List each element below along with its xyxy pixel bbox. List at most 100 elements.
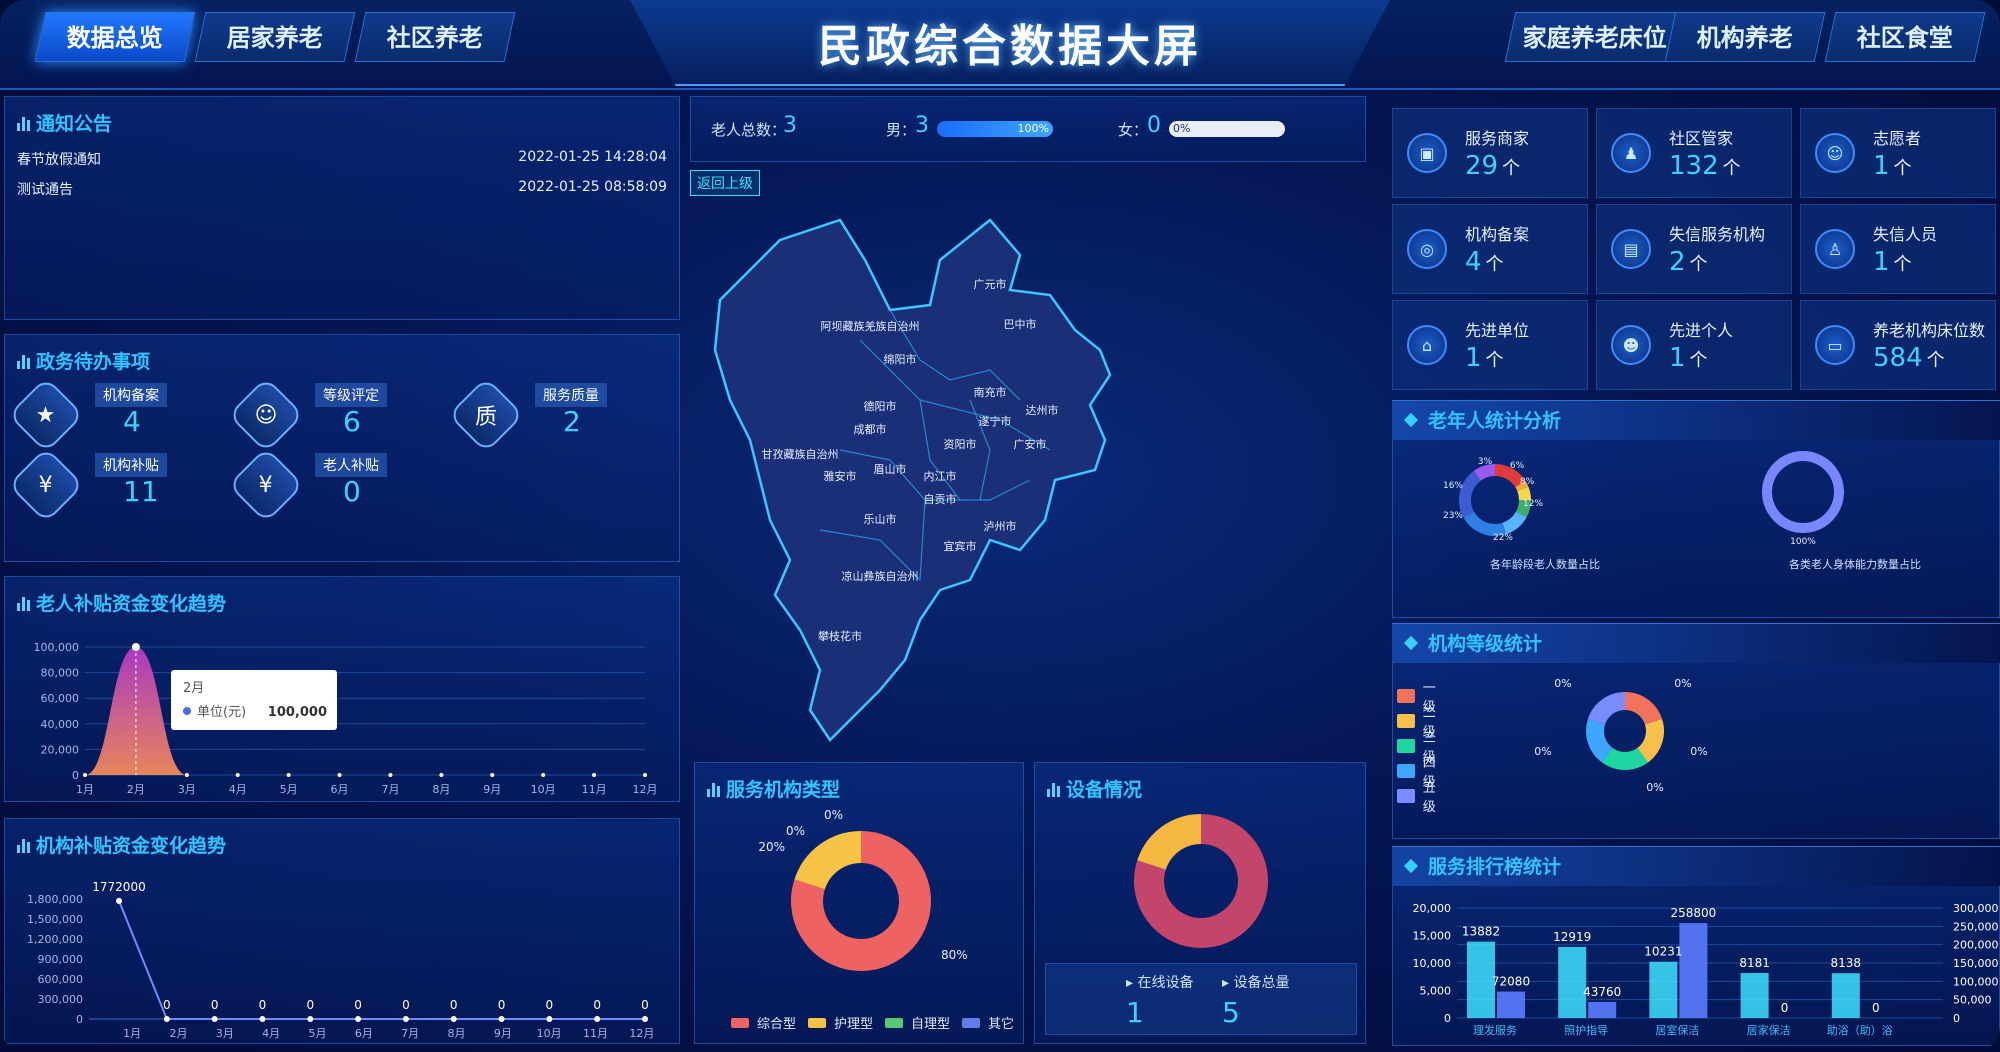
stat-card[interactable]: ♟ 社区管家 132 个	[1596, 108, 1792, 198]
region-label[interactable]: 资阳市	[944, 437, 977, 451]
region-label[interactable]: 阿坝藏族羌族自治州	[821, 319, 920, 333]
bar-series-a[interactable]	[1558, 946, 1587, 1018]
data-point[interactable]	[286, 773, 291, 777]
bar-series-b[interactable]	[1679, 923, 1708, 1018]
region-label[interactable]: 广安市	[1014, 437, 1047, 451]
stat-label: 先进单位	[1465, 321, 1530, 340]
data-point[interactable]	[592, 773, 597, 777]
data-label: 0	[546, 998, 554, 1012]
notice-item[interactable]: 测试通告	[17, 179, 73, 199]
region-label[interactable]: 攀枝花市	[818, 629, 862, 643]
stat-card[interactable]: ▣ 服务商家 29 个	[1392, 108, 1588, 198]
tab-community-canteen[interactable]: 社区食堂	[1824, 12, 1986, 62]
stat-card[interactable]: ▤ 失信服务机构 2 个	[1596, 204, 1792, 294]
slice-label: 100%	[1790, 537, 1816, 547]
region-label[interactable]: 眉山市	[874, 462, 907, 476]
region-label[interactable]: 乐山市	[864, 512, 897, 526]
age-caption: 各年龄段老人数量占比	[1490, 558, 1600, 571]
legend-item[interactable]: 综合型	[731, 1013, 796, 1032]
tab-family-beds[interactable]: 家庭养老床位	[1504, 12, 1686, 62]
icon-glyph: 质	[474, 404, 498, 430]
data-point[interactable]	[116, 897, 122, 904]
stat-card[interactable]: ☻ 先进个人 1 个	[1596, 300, 1792, 390]
region-label[interactable]: 广元市	[974, 277, 1007, 291]
data-point[interactable]	[235, 773, 240, 777]
region-label[interactable]: 宜宾市	[944, 539, 977, 553]
stat-card[interactable]: ♙ 失信人员 1 个	[1800, 204, 1996, 294]
bar-series-a[interactable]	[1740, 973, 1769, 1018]
data-point[interactable]	[337, 773, 342, 777]
data-point[interactable]	[498, 1016, 505, 1022]
y-tick-label: 20,000	[41, 743, 80, 756]
region-label[interactable]: 德阳市	[864, 399, 897, 413]
province-map[interactable]: 阿坝藏族羌族自治州 广元市巴中市绵阳市南充市达州市 德阳市遂宁市广安市 成都市资阳市甘…	[690, 200, 1366, 780]
stat-card[interactable]: ☺ 志愿者 1 个	[1800, 108, 1996, 198]
region-label[interactable]: 凉山彝族自治州	[842, 569, 919, 583]
region-label[interactable]: 达州市	[1026, 403, 1059, 417]
region-label[interactable]: 泸州市	[984, 519, 1017, 533]
bar-series-b[interactable]	[1497, 991, 1525, 1018]
todo-item[interactable]: 质 服务质量 2	[447, 376, 659, 454]
region-label[interactable]: 内江市	[924, 469, 957, 483]
data-point[interactable]	[307, 1016, 314, 1022]
tab-community-care[interactable]: 社区养老	[354, 12, 516, 62]
legend-item[interactable]: 其它	[962, 1013, 1014, 1032]
region-label[interactable]: 自贡市	[924, 492, 957, 506]
stat-card[interactable]: ◎ 机构备案 4 个	[1392, 204, 1588, 294]
bar-series-a[interactable]	[1649, 961, 1678, 1018]
tab-data-overview[interactable]: 数据总览	[34, 12, 196, 62]
region-label[interactable]: 成都市	[854, 422, 887, 436]
todo-item[interactable]: ☺ 等级评定 6	[227, 376, 439, 454]
data-point[interactable]	[402, 1016, 409, 1022]
region-label[interactable]: 绵阳市	[884, 352, 917, 366]
todo-label: 老人补贴	[315, 453, 387, 477]
data-point[interactable]	[490, 773, 495, 777]
stat-card[interactable]: ⌂ 先进单位 1 个	[1392, 300, 1588, 390]
bar-series-b[interactable]	[1588, 1001, 1617, 1018]
legend-swatch	[808, 1017, 827, 1028]
tab-institution-care[interactable]: 机构养老	[1664, 12, 1826, 62]
device-panel: 设备情况 ▸ 在线设备 ▸ 设备总量 1 5	[1034, 762, 1366, 1044]
data-point[interactable]	[355, 1016, 362, 1022]
legend-item[interactable]: 自理型	[885, 1013, 950, 1032]
data-point[interactable]	[450, 1016, 457, 1022]
data-point[interactable]	[642, 1016, 648, 1022]
data-point[interactable]	[211, 1016, 218, 1022]
data-point[interactable]	[388, 773, 393, 777]
todo-title-text: 政务待办事项	[36, 351, 151, 373]
region-label[interactable]: 遂宁市	[979, 414, 1012, 428]
region-label[interactable]: 雅安市	[824, 469, 857, 483]
region-label[interactable]: 巴中市	[1004, 317, 1037, 331]
todo-item[interactable]: ¥ 机构补贴 11	[7, 446, 219, 524]
bar-series-a[interactable]	[1831, 973, 1860, 1018]
x-tick-label: 11月	[583, 1027, 608, 1040]
todo-item[interactable]: ¥ 老人补贴 0	[227, 446, 439, 524]
tab-home-care[interactable]: 居家养老	[194, 12, 356, 62]
data-point[interactable]	[163, 1016, 170, 1022]
stat-card[interactable]: ▭ 养老机构床位数 584 个	[1800, 300, 1996, 390]
data-point[interactable]	[83, 773, 87, 777]
data-point[interactable]	[439, 773, 444, 777]
male-pct: 100%	[1017, 122, 1049, 135]
dashboard-screen: { "title":"民政综合数据大屏", "tabs_left":["数据总览…	[0, 0, 2000, 1052]
back-button[interactable]: 返回上级	[690, 170, 760, 196]
notice-item[interactable]: 春节放假通知	[17, 149, 101, 169]
tooltip	[171, 670, 337, 730]
data-point[interactable]	[184, 773, 189, 777]
data-point[interactable]	[541, 773, 546, 777]
tooltip-dot	[183, 707, 191, 715]
todo-item[interactable]: ★ 机构备案 4	[7, 376, 219, 454]
data-point[interactable]	[546, 1016, 553, 1022]
legend-label: 护理型	[834, 1017, 874, 1032]
data-point[interactable]	[643, 773, 647, 777]
bar-label: 0	[1872, 1001, 1880, 1015]
region-label[interactable]: 南充市	[974, 385, 1007, 399]
todo-value: 6	[343, 405, 361, 438]
legend-item[interactable]: 护理型	[808, 1013, 873, 1032]
total-value: 3	[783, 113, 797, 138]
data-point[interactable]	[594, 1016, 601, 1022]
bar-series-a[interactable]	[1467, 941, 1495, 1018]
data-point[interactable]	[259, 1016, 266, 1022]
data-point[interactable]	[131, 643, 140, 651]
region-label[interactable]: 甘孜藏族自治州	[762, 447, 839, 461]
